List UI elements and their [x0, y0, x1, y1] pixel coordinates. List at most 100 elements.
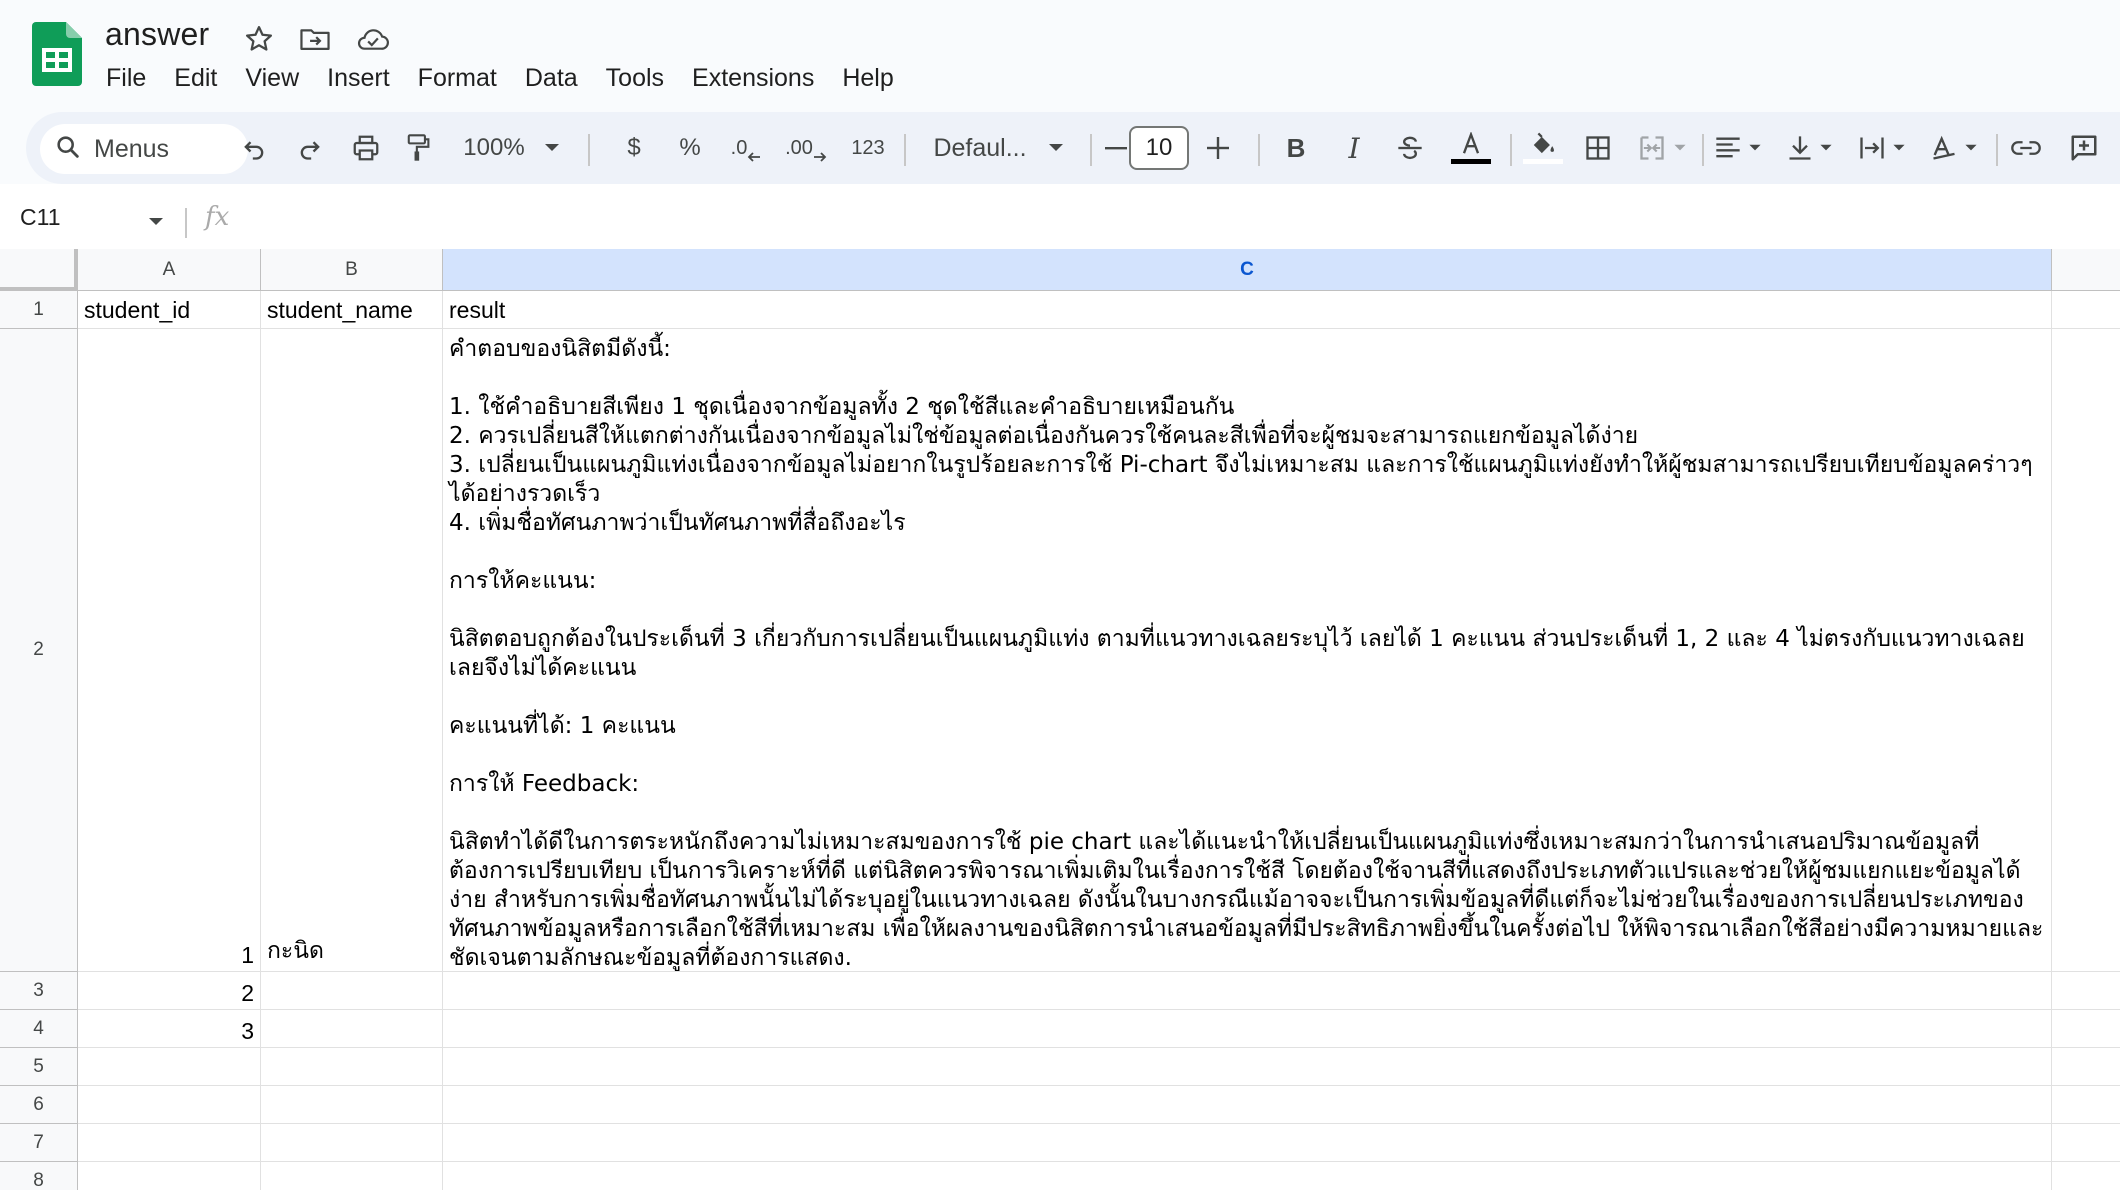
zoom-select[interactable]: 100%	[454, 112, 534, 184]
cell-a4[interactable]: 3	[78, 1010, 261, 1048]
insert-comment-icon[interactable]	[2062, 112, 2106, 184]
select-all-corner[interactable]	[0, 249, 78, 291]
cell-a2[interactable]: 1	[78, 329, 261, 972]
cell-a3[interactable]: 2	[78, 972, 261, 1010]
text-color-icon[interactable]	[1446, 112, 1496, 184]
cell-d2[interactable]	[2052, 329, 2120, 972]
row-header-5[interactable]: 5	[0, 1048, 78, 1086]
toolbar-separator	[904, 134, 906, 166]
cell-d1[interactable]	[2052, 291, 2120, 329]
cell-c5[interactable]	[443, 1048, 2052, 1086]
row-header-1[interactable]: 1	[0, 291, 78, 329]
currency-format-button[interactable]: $	[612, 112, 656, 184]
cell-a1[interactable]: student_id	[78, 291, 261, 329]
menu-bar: File Edit View Insert Format Data Tools …	[92, 58, 908, 98]
menus-search[interactable]: Menus	[40, 124, 248, 174]
print-icon[interactable]	[344, 112, 388, 184]
redo-icon[interactable]	[288, 112, 332, 184]
name-box-dropdown-icon[interactable]	[148, 214, 164, 232]
row-header-2[interactable]: 2	[0, 329, 78, 972]
column-header-b[interactable]: B	[261, 249, 443, 291]
row-header-8[interactable]: 8	[0, 1162, 78, 1190]
percent-format-button[interactable]: %	[668, 112, 712, 184]
cell-a3-value: 2	[241, 980, 254, 1006]
number-format-label: 123	[851, 136, 885, 159]
cell-b3[interactable]	[261, 972, 443, 1010]
fx-icon: fx	[205, 202, 230, 232]
cell-c6[interactable]	[443, 1086, 2052, 1124]
horizontal-align-icon[interactable]	[1706, 112, 1770, 184]
cell-c4[interactable]	[443, 1010, 2052, 1048]
cell-d7[interactable]	[2052, 1124, 2120, 1162]
merge-cells-icon[interactable]	[1632, 112, 1692, 184]
text-wrapping-icon[interactable]	[1850, 112, 1914, 184]
cell-a6[interactable]	[78, 1086, 261, 1124]
row-header-3[interactable]: 3	[0, 972, 78, 1010]
menu-tools[interactable]: Tools	[592, 58, 678, 98]
paint-format-icon[interactable]	[396, 112, 440, 184]
insert-link-icon[interactable]	[2004, 112, 2048, 184]
name-box[interactable]: C11	[20, 204, 61, 231]
vertical-align-icon[interactable]	[1778, 112, 1842, 184]
more-formats-button[interactable]: 123	[842, 112, 894, 184]
bold-button[interactable]: B	[1274, 112, 1318, 184]
menu-format[interactable]: Format	[404, 58, 511, 98]
menu-data[interactable]: Data	[511, 58, 592, 98]
fill-color-icon[interactable]	[1518, 112, 1568, 184]
text-rotation-icon[interactable]	[1922, 112, 1986, 184]
cell-b6[interactable]	[261, 1086, 443, 1124]
font-family-dropdown-icon[interactable]	[1038, 112, 1074, 184]
font-size-input[interactable]: 10	[1129, 126, 1189, 170]
star-icon[interactable]	[240, 20, 278, 58]
cell-b8[interactable]	[261, 1162, 443, 1190]
cell-d3[interactable]	[2052, 972, 2120, 1010]
toolbar: Menus 100% $ % .0 .00 123 Defaul... 10 B…	[26, 112, 2120, 184]
document-title[interactable]: answer	[105, 16, 209, 53]
undo-icon[interactable]	[232, 112, 276, 184]
cell-b4[interactable]	[261, 1010, 443, 1048]
zoom-dropdown-icon[interactable]	[534, 112, 570, 184]
cell-b7[interactable]	[261, 1124, 443, 1162]
menu-help[interactable]: Help	[828, 58, 907, 98]
column-header-d[interactable]	[2052, 249, 2120, 291]
cell-d5[interactable]	[2052, 1048, 2120, 1086]
cloud-saved-icon[interactable]	[354, 20, 392, 58]
cell-b2[interactable]: กะนิด	[261, 329, 443, 972]
move-folder-icon[interactable]	[296, 20, 334, 58]
borders-icon[interactable]	[1576, 112, 1620, 184]
cell-d6[interactable]	[2052, 1086, 2120, 1124]
cell-c3[interactable]	[443, 972, 2052, 1010]
menu-extensions[interactable]: Extensions	[678, 58, 828, 98]
column-header-c[interactable]: C	[443, 249, 2052, 291]
row-header-4[interactable]: 4	[0, 1010, 78, 1048]
column-header-a[interactable]: A	[78, 249, 261, 291]
cell-c1[interactable]: result	[443, 291, 2052, 329]
font-family-select[interactable]: Defaul...	[910, 112, 1050, 184]
menu-insert[interactable]: Insert	[313, 58, 404, 98]
sheets-logo-icon[interactable]	[32, 22, 82, 86]
formula-bar: C11 fx	[0, 196, 2120, 248]
cell-c8[interactable]	[443, 1162, 2052, 1190]
cell-c2[interactable]: คำตอบของนิสิตมีดังนี้: 1. ใช้คำอธิบายสีเ…	[443, 329, 2052, 972]
increase-font-size-icon[interactable]	[1198, 112, 1238, 184]
cell-d8[interactable]	[2052, 1162, 2120, 1190]
toolbar-separator	[1510, 134, 1512, 166]
cell-c7[interactable]	[443, 1124, 2052, 1162]
decrease-decimal-button[interactable]: .0	[722, 112, 770, 184]
menu-view[interactable]: View	[231, 58, 313, 98]
cell-a5[interactable]	[78, 1048, 261, 1086]
cell-b1[interactable]: student_name	[261, 291, 443, 329]
increase-decimal-button[interactable]: .00	[778, 112, 834, 184]
cell-a8[interactable]	[78, 1162, 261, 1190]
cell-b5[interactable]	[261, 1048, 443, 1086]
cell-d4[interactable]	[2052, 1010, 2120, 1048]
italic-button[interactable]: I	[1332, 112, 1376, 184]
menu-edit[interactable]: Edit	[160, 58, 231, 98]
row-header-6[interactable]: 6	[0, 1086, 78, 1124]
menu-file[interactable]: File	[92, 58, 160, 98]
row-header-7[interactable]: 7	[0, 1124, 78, 1162]
percent-symbol: %	[679, 134, 701, 161]
strikethrough-icon[interactable]	[1388, 112, 1432, 184]
formula-bar-divider	[185, 208, 187, 238]
cell-a7[interactable]	[78, 1124, 261, 1162]
